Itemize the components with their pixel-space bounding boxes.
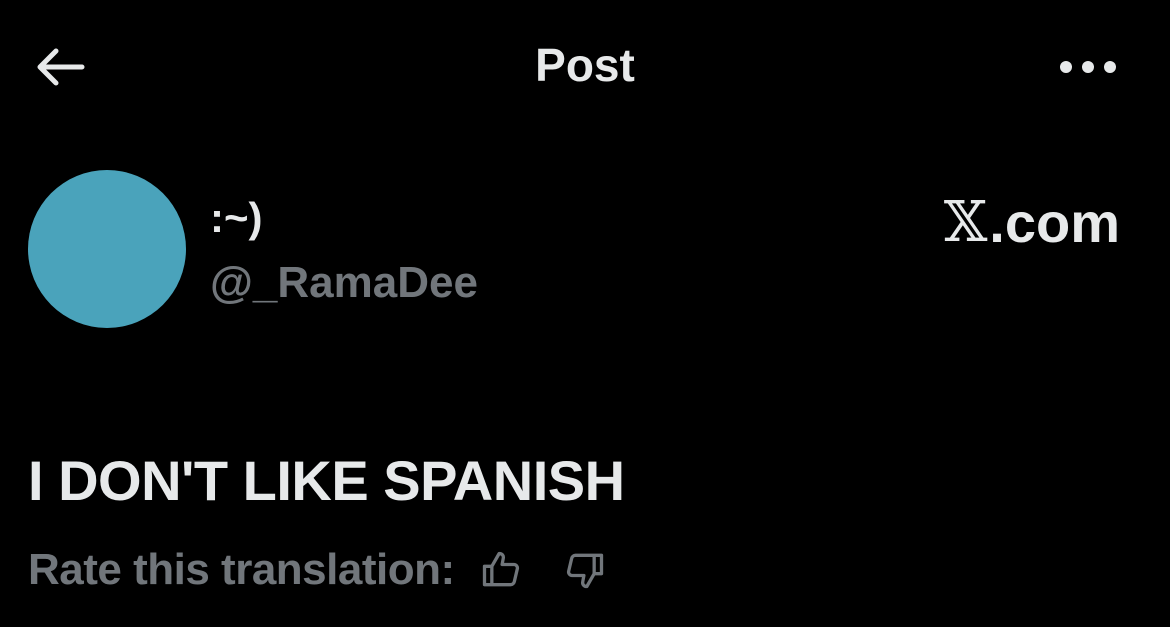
avatar[interactable] <box>28 170 186 328</box>
thumbs-down-icon <box>566 553 603 589</box>
thumbs-up-icon <box>482 551 519 587</box>
watermark-domain: .com <box>989 191 1120 254</box>
rate-translation-label: Rate this translation: <box>28 545 455 594</box>
top-bar: Post <box>0 0 1170 130</box>
thumbs-down-button[interactable] <box>557 542 613 598</box>
thumbs-up-button[interactable] <box>473 542 529 598</box>
post-text: I DON'T LIKE SPANISH <box>28 449 625 512</box>
author-display-name[interactable]: :~) <box>210 194 263 242</box>
page-title: Post <box>535 39 635 91</box>
x-com-watermark: 𝕏 .com <box>944 190 1120 255</box>
more-options-button[interactable] <box>1050 42 1126 92</box>
author-handle[interactable]: @_RamaDee <box>210 258 478 308</box>
x-logo-icon: 𝕏 <box>943 190 988 255</box>
more-horizontal-icon <box>1060 61 1116 73</box>
translation-rating: Rate this translation: <box>28 540 613 600</box>
